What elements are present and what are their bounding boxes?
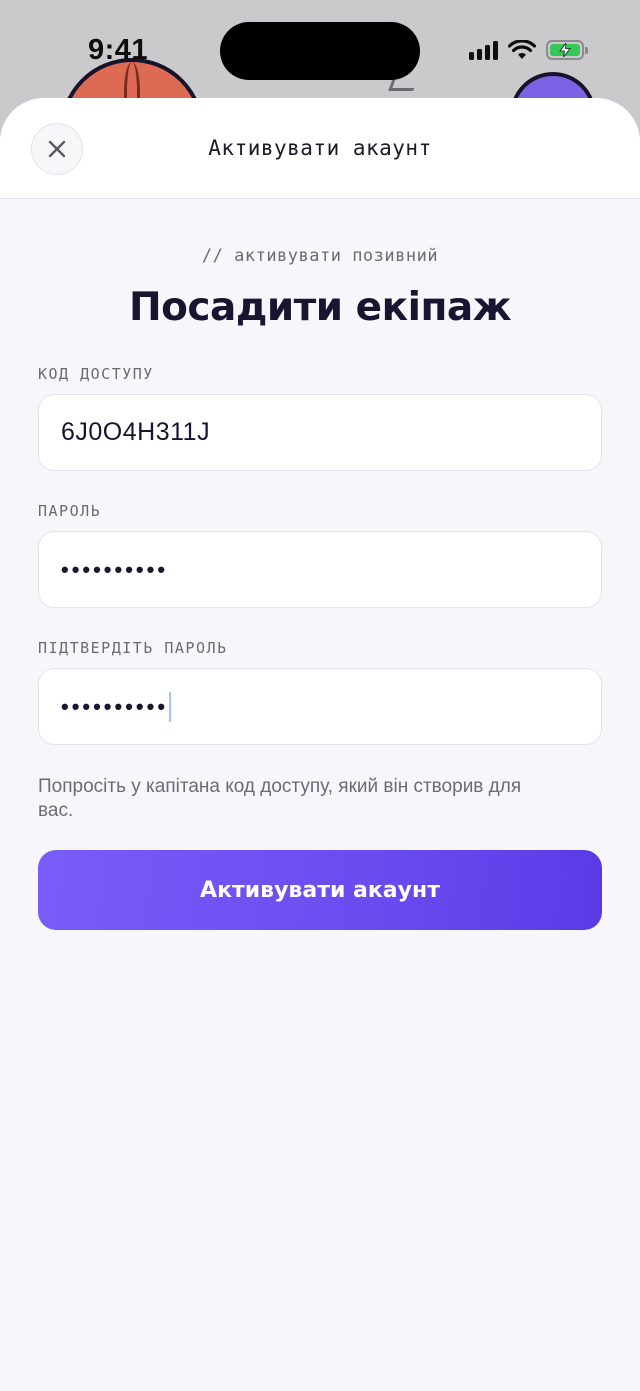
eyebrow-text: // активувати позивний (201, 246, 439, 266)
password-value: •••••••••• (61, 556, 169, 582)
wifi-icon (508, 40, 536, 59)
access-code-label: КОД ДОСТУПУ (38, 365, 154, 383)
sheet-header: Активувати акаунт (0, 98, 640, 199)
signal-icon (469, 40, 498, 60)
confirm-password-field[interactable]: •••••••••• (38, 668, 602, 745)
text-cursor (169, 691, 172, 722)
activate-account-button-label: Активувати акаунт (200, 877, 440, 903)
access-code-value: 6J0O4H311J (61, 418, 211, 446)
battery-icon (546, 40, 588, 60)
activate-account-sheet: Активувати акаунт // активувати позивний… (0, 98, 640, 1391)
status-time: 9:41 (88, 34, 149, 66)
page-title: Посадити екіпаж (128, 285, 512, 330)
password-field[interactable]: •••••••••• (38, 531, 602, 608)
activate-account-button[interactable]: Активувати акаунт (38, 850, 602, 930)
status-icons (469, 40, 588, 60)
hint-text: Попросіть у капітана код доступу, який в… (38, 776, 522, 821)
confirm-password-value: •••••••••• (61, 693, 169, 719)
confirm-password-label: ПІДТВЕРДІТЬ ПАРОЛЬ (38, 639, 228, 657)
dynamic-island (220, 22, 420, 80)
sheet-title: Активувати акаунт (208, 136, 432, 160)
password-label: ПАРОЛЬ (38, 502, 102, 520)
access-code-field[interactable]: 6J0O4H311J (38, 394, 602, 471)
